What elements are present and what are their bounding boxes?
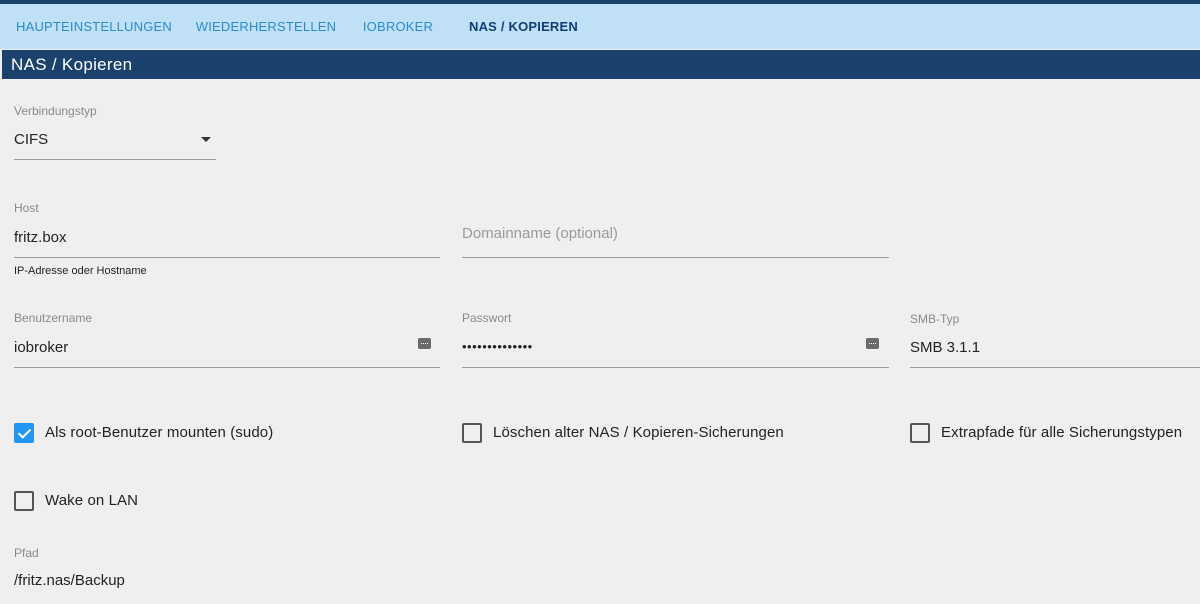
smb-type-underline [910, 367, 1200, 368]
path-value: /fritz.nas/Backup [14, 572, 125, 589]
domain-placeholder: Domainname (optional) [462, 225, 618, 242]
root-mount-checkbox[interactable] [14, 423, 34, 443]
keyboard-icon[interactable] [418, 338, 431, 349]
password-label: Passwort [462, 311, 512, 325]
password-value: •••••••••••••• [462, 339, 533, 354]
smb-type-label: SMB-Typ [910, 312, 960, 326]
domain-input[interactable]: Domainname (optional) [462, 218, 889, 258]
tab-nas-kopieren[interactable]: NAS / KOPIEREN [448, 4, 599, 49]
tab-bar: HAUPTEINSTELLUNGEN WIEDERHERSTELLEN IOBR… [0, 4, 1200, 52]
password-underline [462, 367, 889, 368]
connection-type-label: Verbindungstyp [14, 104, 97, 118]
username-label: Benutzername [14, 311, 93, 325]
connection-type-select[interactable]: CIFS [14, 126, 216, 160]
tab-haupteinstellungen[interactable]: HAUPTEINSTELLUNGEN [4, 4, 184, 49]
wake-on-lan-checkbox[interactable] [14, 491, 34, 511]
connection-type-value: CIFS [14, 131, 49, 148]
username-value: iobroker [14, 339, 69, 356]
path-input[interactable]: /fritz.nas/Backup [14, 566, 440, 604]
delete-old-label[interactable]: Löschen alter NAS / Kopieren-Sicherungen [493, 424, 784, 441]
section-title: NAS / Kopieren [2, 50, 1200, 79]
password-toggle-icon[interactable] [866, 338, 879, 349]
host-input[interactable]: fritz.box [14, 222, 440, 258]
host-underline [14, 257, 440, 258]
host-label: Host [14, 201, 39, 215]
smb-type-select[interactable]: SMB 3.1.1 [910, 332, 1200, 368]
path-label: Pfad [14, 546, 39, 560]
dropdown-arrow-icon [201, 137, 211, 142]
smb-type-value: SMB 3.1.1 [910, 339, 981, 356]
username-underline [14, 367, 440, 368]
extra-paths-label[interactable]: Extrapfade für alle Sicherungstypen [941, 424, 1182, 441]
username-input[interactable]: iobroker [14, 332, 440, 368]
wake-on-lan-label[interactable]: Wake on LAN [45, 492, 138, 509]
delete-old-checkbox[interactable] [462, 423, 482, 443]
password-input[interactable]: •••••••••••••• [462, 332, 889, 368]
root-mount-label[interactable]: Als root-Benutzer mounten (sudo) [45, 424, 273, 441]
host-helper-text: IP-Adresse oder Hostname [14, 265, 147, 277]
tab-wiederherstellen[interactable]: WIEDERHERSTELLEN [186, 4, 346, 49]
domain-underline [462, 257, 889, 258]
tab-iobroker[interactable]: IOBROKER [348, 4, 448, 49]
connection-type-underline [14, 159, 216, 160]
host-value: fritz.box [14, 229, 67, 246]
extra-paths-checkbox[interactable] [910, 423, 930, 443]
